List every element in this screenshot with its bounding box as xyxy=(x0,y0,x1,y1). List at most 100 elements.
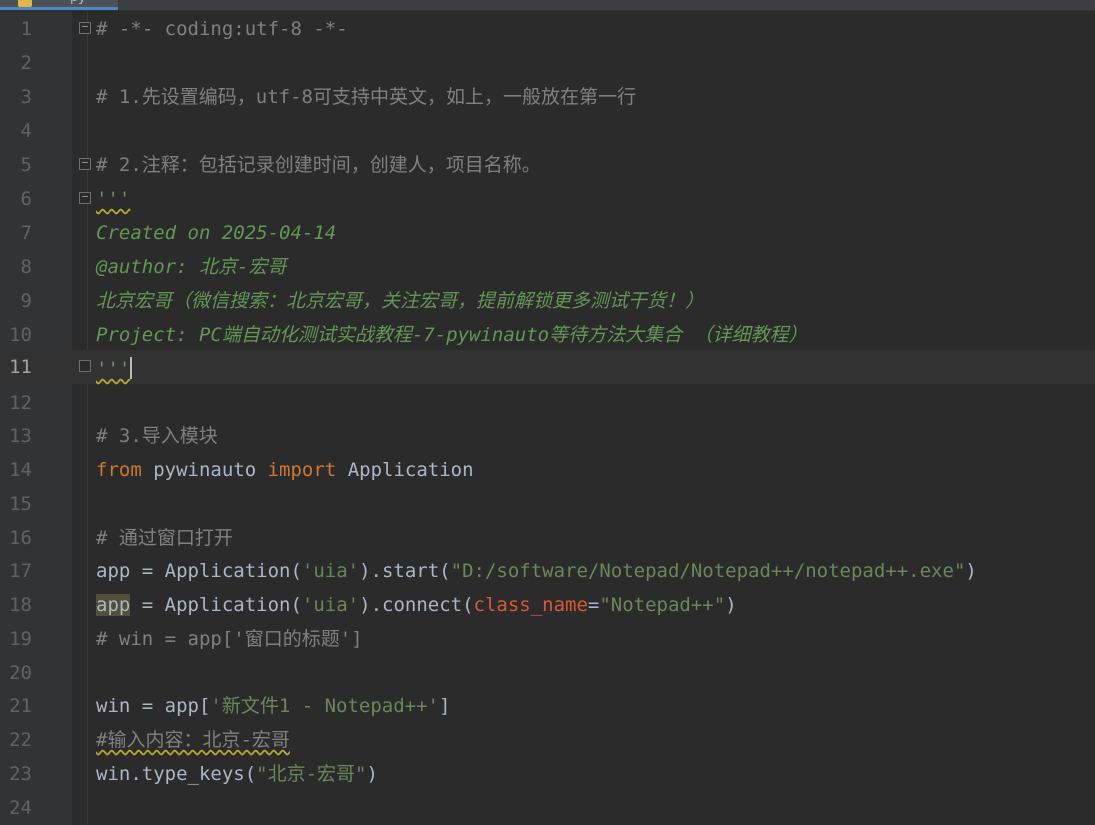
code-text: # win = app['窗口的标题'] xyxy=(96,628,363,650)
line-number: 18 xyxy=(9,594,32,616)
code-text: #输入内容：北京-宏哥 xyxy=(96,729,290,751)
code-line[interactable]: 21 win = app['新文件1 - Notepad++'] xyxy=(0,689,1095,723)
code-segment: ).start( xyxy=(359,560,451,582)
code-line[interactable]: 17 app = Application('uia').start("D:/so… xyxy=(0,554,1095,588)
code-segment: win = app[ xyxy=(96,695,211,717)
line-number: 8 xyxy=(20,256,32,278)
keyword-import: import xyxy=(267,459,337,481)
code-text: ''' xyxy=(96,188,131,210)
python-file-icon xyxy=(18,0,32,7)
code-line[interactable]: 4 xyxy=(0,114,1095,148)
code-line[interactable]: 19 # win = app['窗口的标题'] xyxy=(0,622,1095,656)
code-text: # 1.先设置编码，utf-8可支持中英文，如上，一般放在第一行 xyxy=(96,86,636,108)
code-text: win = app['新文件1 - Notepad++'] xyxy=(96,696,450,716)
string-literal: 'uia' xyxy=(301,594,360,616)
module-name: pywinauto xyxy=(141,459,268,481)
line-number: 19 xyxy=(9,628,32,650)
line-number: 9 xyxy=(20,290,32,312)
line-number: 3 xyxy=(20,86,32,108)
code-line[interactable]: 24 xyxy=(0,791,1095,825)
line-number: 7 xyxy=(20,222,32,244)
code-line[interactable]: 13 # 3.导入模块 xyxy=(0,419,1095,453)
line-number: 2 xyxy=(20,52,32,74)
code-segment: ) xyxy=(366,763,378,785)
string-literal: "北京-宏哥" xyxy=(256,763,367,785)
code-text: # 2.注释：包括记录创建时间，创建人，项目名称。 xyxy=(96,154,541,176)
line-number: 12 xyxy=(9,392,32,414)
line-number: 20 xyxy=(9,662,32,684)
line-number: 23 xyxy=(9,763,32,785)
code-text: # -*- coding:utf-8 -*- xyxy=(96,18,348,40)
fold-toggle-icon[interactable] xyxy=(79,192,91,204)
line-number: 22 xyxy=(9,729,32,751)
code-line[interactable]: 18 app = Application('uia').connect(clas… xyxy=(0,588,1095,622)
line-number: 15 xyxy=(9,493,32,515)
code-line[interactable]: 3 # 1.先设置编码，utf-8可支持中英文，如上，一般放在第一行 xyxy=(0,80,1095,114)
line-number: 16 xyxy=(9,527,32,549)
fold-end-icon[interactable] xyxy=(79,360,91,372)
code-segment: ) xyxy=(965,560,977,582)
code-text: @author: 北京-宏哥 xyxy=(96,256,287,278)
line-number: 14 xyxy=(9,459,32,481)
code-line[interactable]: 12 xyxy=(0,386,1095,420)
code-line[interactable]: 14 from pywinauto import Application xyxy=(0,453,1095,487)
line-number: 5 xyxy=(20,154,32,176)
line-number: 21 xyxy=(9,695,32,717)
code-line[interactable]: 23 win.type_keys("北京-宏哥") xyxy=(0,757,1095,791)
code-segment: win.type_keys( xyxy=(96,763,257,785)
line-number: 6 xyxy=(20,188,32,210)
code-text: from pywinauto import Application xyxy=(96,460,474,480)
string-literal: "D:/software/Notepad/Notepad++/notepad++… xyxy=(450,560,966,582)
code-segment: ).connect( xyxy=(359,594,474,616)
code-segment: = Application( xyxy=(130,594,302,616)
highlighted-variable: app xyxy=(96,594,131,616)
code-text: # 通过窗口打开 xyxy=(96,527,233,549)
code-segment: ) xyxy=(725,594,737,616)
string-literal: '新文件1 - Notepad++' xyxy=(210,695,439,717)
fold-toggle-icon[interactable] xyxy=(79,158,91,170)
file-tab[interactable]: py xyxy=(0,0,118,10)
code-line[interactable]: 9 北京宏哥（微信搜索：北京宏哥，关注宏哥，提前解锁更多测试干货！） xyxy=(0,284,1095,318)
code-line[interactable]: 5 # 2.注释：包括记录创建时间，创建人，项目名称。 xyxy=(0,148,1095,182)
code-editor[interactable]: py 1 # -*- coding:utf-8 -*- 2 3 # 1.先设置编… xyxy=(0,0,1095,825)
code-segment: = xyxy=(587,594,600,616)
code-segment: app = Application( xyxy=(96,560,302,582)
fold-toggle-icon[interactable] xyxy=(79,22,91,34)
docstring-close: ''' xyxy=(96,358,131,380)
text-caret xyxy=(130,357,133,379)
code-line[interactable]: 10 Project: PC端自动化测试实战教程-7-pywinauto等待方法… xyxy=(0,318,1095,352)
code-text: Created on 2025-04-14 xyxy=(96,222,337,244)
imported-name: Application xyxy=(336,459,474,481)
line-number: 1 xyxy=(20,18,32,40)
code-line[interactable]: 20 xyxy=(0,656,1095,690)
code-line[interactable]: 8 @author: 北京-宏哥 xyxy=(0,250,1095,284)
code-text: app = Application('uia').connect(class_n… xyxy=(96,594,737,616)
editor-tab-strip: py xyxy=(0,0,1095,11)
code-line[interactable]: 2 xyxy=(0,46,1095,80)
line-number: 17 xyxy=(9,560,32,582)
code-text-with-caret: ''' xyxy=(96,357,133,380)
line-number: 4 xyxy=(20,120,32,142)
string-literal: 'uia' xyxy=(301,560,360,582)
code-text: Project: PC端自动化测试实战教程-7-pywinauto等待方法大集合… xyxy=(96,324,808,346)
code-line[interactable]: 22 #输入内容：北京-宏哥 xyxy=(0,723,1095,757)
line-number: 13 xyxy=(9,425,32,447)
code-segment: ] xyxy=(438,695,451,717)
line-number: 10 xyxy=(9,324,32,346)
line-number: 24 xyxy=(9,797,32,819)
code-line[interactable]: 1 # -*- coding:utf-8 -*- xyxy=(0,12,1095,46)
file-tab-label: py xyxy=(70,0,86,5)
code-line[interactable]: 16 # 通过窗口打开 xyxy=(0,521,1095,555)
code-text: app = Application('uia').start("D:/softw… xyxy=(96,561,977,581)
code-text: 北京宏哥（微信搜索：北京宏哥，关注宏哥，提前解锁更多测试干货！） xyxy=(96,290,705,312)
string-literal: "Notepad++" xyxy=(599,594,726,616)
line-number: 11 xyxy=(9,356,32,378)
keyword-from: from xyxy=(96,459,142,481)
code-text: # 3.导入模块 xyxy=(96,425,218,447)
code-line[interactable]: 6 ''' xyxy=(0,182,1095,216)
keyword-argument: class_name xyxy=(473,594,588,616)
code-line-current[interactable]: 11 ''' xyxy=(0,350,1095,384)
code-line[interactable]: 7 Created on 2025-04-14 xyxy=(0,216,1095,250)
code-line[interactable]: 15 xyxy=(0,487,1095,521)
code-text: win.type_keys("北京-宏哥") xyxy=(96,764,378,784)
